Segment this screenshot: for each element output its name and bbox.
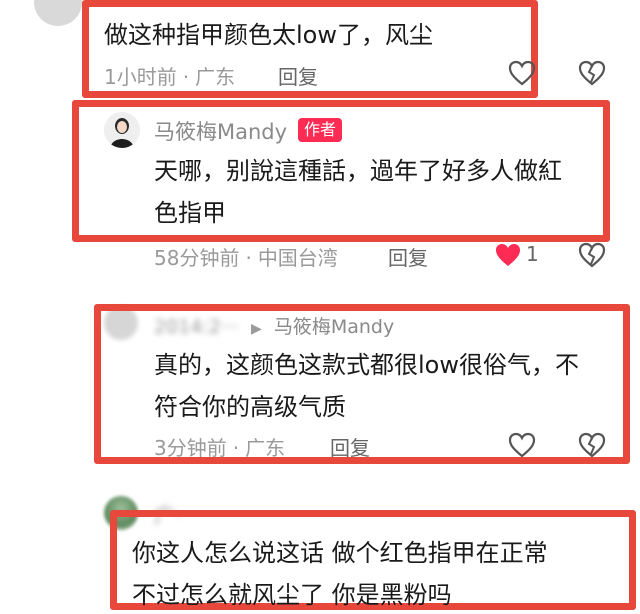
comment-text-line1: 你这人怎么说这话 做个红色指甲在正常 (132, 539, 548, 567)
comment-location: 中国台湾 (257, 246, 338, 270)
separator: · (245, 246, 252, 270)
comment-text-line1: 真的，这颜色这款式都很low很俗气，不 (154, 351, 579, 379)
comment-location: 广东 (195, 65, 236, 89)
author-name-blurred[interactable]: 2014:2··· ▶ 马筱梅Mandy (154, 312, 394, 339)
comment-meta: 3分钟前 · 广东 (154, 432, 285, 461)
comment-text: 做这种指甲颜色太low了，风尘 (104, 21, 433, 49)
comment-text-line1: 天哪，别說這種話，過年了好多人做紅 (154, 157, 562, 185)
reply-button[interactable]: 回复 (278, 61, 318, 90)
comment-time: 1小时前 (104, 65, 177, 89)
author-name[interactable]: 马筱梅Mandy (154, 116, 287, 146)
avatar[interactable] (34, 0, 82, 26)
dislike-heart-icon[interactable] (578, 60, 606, 86)
separator: · (232, 436, 240, 460)
heart-outline-icon[interactable] (508, 60, 536, 86)
reply-button[interactable]: 回复 (330, 432, 370, 461)
comment-meta: 58分钟前 · 中国台湾 (154, 242, 338, 271)
dislike-heart-icon[interactable] (578, 432, 606, 458)
comment-text-line2: 不过怎么就风尘了 你是黑粉吗 (132, 581, 452, 609)
dislike-heart-icon[interactable] (578, 242, 606, 268)
author-badge: 作者 (298, 118, 343, 142)
separator: · (182, 65, 190, 89)
author-avatar[interactable] (104, 112, 140, 148)
blurred-username: 2014:2··· (154, 316, 239, 338)
heart-outline-icon[interactable] (508, 432, 536, 458)
heart-filled-icon[interactable] (494, 242, 522, 268)
comment-location: 广东 (245, 436, 286, 460)
comment-text-line2: 色指甲 (154, 199, 226, 227)
author-avatar-image (104, 112, 140, 148)
comment-meta: 1小时前 · 广东 (104, 61, 235, 90)
reply-button[interactable]: 回复 (388, 242, 428, 271)
comment-text-line2: 符合你的高级气质 (154, 393, 346, 421)
reply-arrow-icon: ▶ (251, 321, 262, 337)
reply-to-name[interactable]: 马筱梅Mandy (274, 316, 394, 338)
comment-time: 3分钟前 (154, 436, 227, 460)
like-count: 1 (526, 242, 539, 266)
comment-time: 58分钟前 (154, 246, 240, 270)
